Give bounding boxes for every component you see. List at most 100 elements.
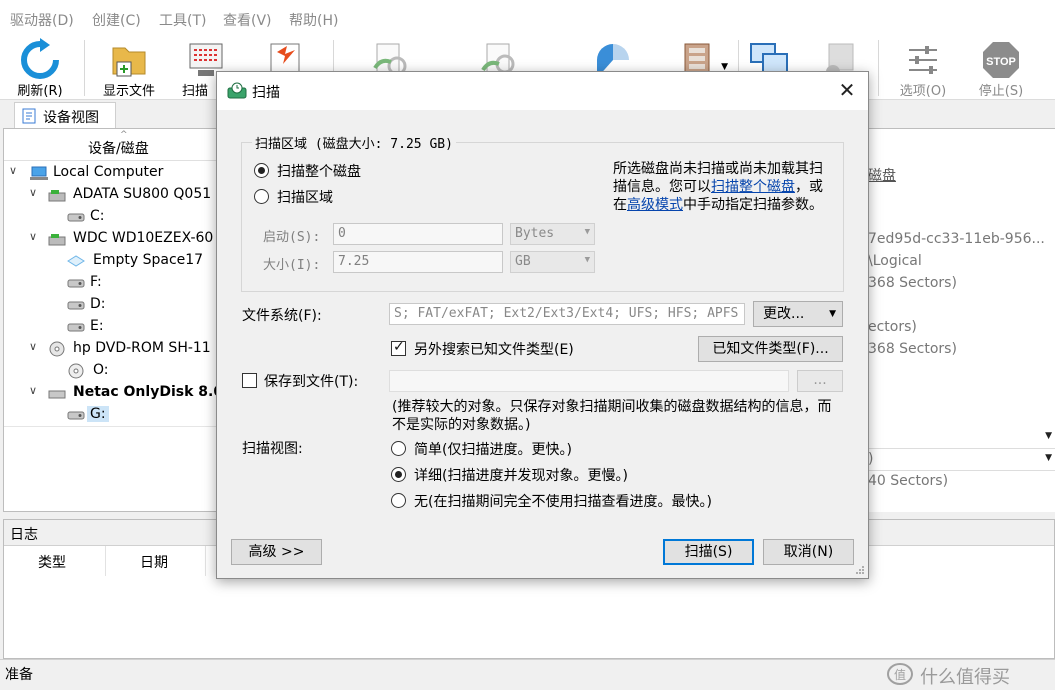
start-label: 启动(S): [263, 230, 321, 245]
properties-header: 磁盘 [868, 168, 896, 184]
size-input[interactable]: 7.25 [333, 251, 503, 273]
tree-divider [4, 426, 218, 427]
show-files-button[interactable]: 显示文件 [94, 36, 164, 100]
scan-info-text: 所选磁盘尚未扫描或尚未加载其扫描信息。您可以扫描整个磁盘，或在高级模式中手动指定… [613, 160, 833, 214]
volume-icon [67, 301, 85, 310]
refresh-button[interactable]: 刷新(R) [8, 36, 72, 100]
menu-bar: 驱动器(D) 创建(C) 工具(T) 查看(V) 帮助(H) [0, 0, 1055, 36]
tree-item-volume-c[interactable]: C: [4, 206, 218, 228]
save-to-file-label[interactable]: 保存到文件(T): [264, 371, 358, 391]
status-bar: 准备 值 什么值得买 [0, 659, 1055, 690]
device-column-header-label: 设备/磁盘 [88, 141, 149, 157]
tree-item-label: ADATA SU800 Q051 [73, 186, 212, 202]
view-simple-label[interactable]: 简单(仅扫描进度。更快。) [414, 439, 572, 459]
property-value: 40 Sectors) [868, 473, 949, 489]
tree-item-label: E: [90, 318, 104, 334]
toolbar-separator [878, 40, 879, 96]
tree-item-empty-space[interactable]: Empty Space17 [4, 250, 218, 272]
toolbar-separator [84, 40, 85, 96]
cancel-button[interactable]: 取消(N) [763, 539, 854, 565]
log-column-date[interactable]: 日期 [106, 546, 206, 576]
property-dropdown[interactable]: ▼ [868, 427, 1055, 449]
change-file-system-button[interactable]: 更改... ▼ [753, 301, 843, 327]
stop-button[interactable]: STOP 停止(S) [968, 36, 1034, 100]
log-column-type[interactable]: 类型 [4, 546, 106, 576]
collapse-icon[interactable]: ∨ [29, 340, 37, 353]
properties-panel: 磁盘 7ed95d-cc33-11eb-956... \Logical 368 … [868, 128, 1055, 512]
scan-whole-disk-label[interactable]: 扫描整个磁盘 [277, 161, 361, 181]
change-button-label: 更改... [763, 306, 805, 322]
browse-button[interactable]: ... [797, 370, 843, 392]
refresh-label: 刷新(R) [17, 84, 63, 99]
resize-grip-icon[interactable] [855, 565, 865, 575]
tree-item-local-computer[interactable]: ∨ Local Computer [4, 162, 218, 184]
scan-region-label[interactable]: 扫描区域 [277, 187, 333, 207]
advanced-button[interactable]: 高级 >> [231, 539, 322, 565]
size-unit-select[interactable]: GB ▼ [510, 251, 595, 273]
property-value: 368 Sectors) [868, 341, 957, 357]
dialog-title-bar[interactable]: 扫描 ✕ [217, 72, 868, 110]
tree-item-volume-o[interactable]: O: [4, 360, 218, 382]
size-label: 大小(I): [263, 258, 321, 273]
save-note-text: (推荐较大的对象。只保存对象扫描期间收集的磁盘数据结构的信息，而不是实际的对象数… [392, 399, 832, 433]
refresh-icon [21, 38, 59, 79]
search-known-types-label[interactable]: 另外搜索已知文件类型(E) [414, 339, 574, 359]
menu-tools[interactable]: 工具(T) [159, 10, 206, 30]
start-unit-select[interactable]: Bytes ▼ [510, 223, 595, 245]
view-detailed-radio[interactable] [391, 467, 406, 482]
save-to-file-checkbox[interactable] [242, 373, 257, 388]
stop-icon-text: STOP [986, 56, 1016, 68]
volume-icon [67, 279, 85, 288]
tree-item-volume-f[interactable]: F: [4, 272, 218, 294]
stop-label: 停止(S) [978, 84, 1024, 99]
known-file-types-button[interactable]: 已知文件类型(F)... [698, 336, 843, 362]
view-simple-radio[interactable] [391, 441, 406, 456]
search-known-types-checkbox[interactable] [391, 339, 406, 356]
tab-device-view[interactable]: 设备视图 [14, 102, 116, 129]
device-column-header[interactable]: ^ 设备/磁盘 [4, 129, 218, 161]
device-tree-panel: ^ 设备/磁盘 ∨ Local Computer ∨ ADATA SU800 Q… [3, 128, 219, 512]
tree-item-adata[interactable]: ∨ ADATA SU800 Q051 [4, 184, 218, 206]
property-dropdown[interactable]: ) ▼ [868, 449, 1055, 471]
scan-button[interactable]: 扫描(S) [663, 539, 754, 565]
view-detailed-label[interactable]: 详细(扫描进度并发现对象。更慢。) [414, 465, 628, 485]
size-unit-value: GB [515, 254, 531, 269]
menu-create[interactable]: 创建(C) [92, 10, 141, 30]
tab-doc-icon [22, 108, 36, 124]
tree-item-wdc[interactable]: ∨ WDC WD10EZEX-60 [4, 228, 218, 250]
file-system-label: 文件系统(F): [242, 308, 322, 324]
collapse-icon[interactable]: ∨ [29, 230, 37, 243]
tree-item-label: F: [90, 274, 102, 290]
scan-whole-disk-link[interactable]: 扫描整个磁盘 [711, 179, 795, 195]
scan-dialog: 扫描 ✕ 扫描区域 (磁盘大小: 7.25 GB) 扫描整个磁盘 扫描区域 启动… [216, 71, 869, 579]
property-value: ectors) [868, 319, 917, 335]
view-none-label[interactable]: 无(在扫描期间完全不使用扫描查看进度。最快。) [414, 491, 712, 511]
collapse-icon[interactable]: ∨ [29, 384, 37, 397]
view-none-radio[interactable] [391, 493, 406, 508]
property-value: 368 Sectors) [868, 275, 957, 291]
menu-drive[interactable]: 驱动器(D) [10, 10, 74, 30]
options-button[interactable]: 选项(O) [890, 36, 956, 100]
scan-whole-disk-radio[interactable] [254, 163, 269, 178]
computer-icon [30, 166, 48, 180]
file-system-input[interactable]: S; FAT/exFAT; Ext2/Ext3/Ext4; UFS; HFS; … [389, 303, 745, 325]
tree-item-volume-e[interactable]: E: [4, 316, 218, 338]
tree-item-label: D: [90, 296, 106, 312]
save-path-input[interactable] [389, 370, 789, 392]
menu-view[interactable]: 查看(V) [223, 10, 272, 30]
tree-item-dvd[interactable]: ∨ hp DVD-ROM SH-11 [4, 338, 218, 360]
collapse-icon[interactable]: ∨ [9, 164, 17, 177]
property-value: \Logical [868, 253, 922, 269]
advanced-mode-link[interactable]: 高级模式 [627, 197, 683, 213]
collapse-icon[interactable]: ∨ [29, 186, 37, 199]
tree-item-netac[interactable]: ∨ Netac OnlyDisk 8.0 [4, 382, 219, 404]
scan-region-radio[interactable] [254, 189, 269, 204]
menu-help[interactable]: 帮助(H) [289, 10, 338, 30]
tree-item-label: Netac OnlyDisk 8.0 [73, 384, 219, 400]
watermark-text: 什么值得买 [920, 667, 1010, 688]
close-icon[interactable]: ✕ [834, 78, 860, 104]
start-input[interactable]: 0 [333, 223, 503, 245]
tree-item-volume-g[interactable]: G: [4, 404, 218, 426]
tree-item-volume-d[interactable]: D: [4, 294, 218, 316]
volume-icon [67, 411, 85, 420]
